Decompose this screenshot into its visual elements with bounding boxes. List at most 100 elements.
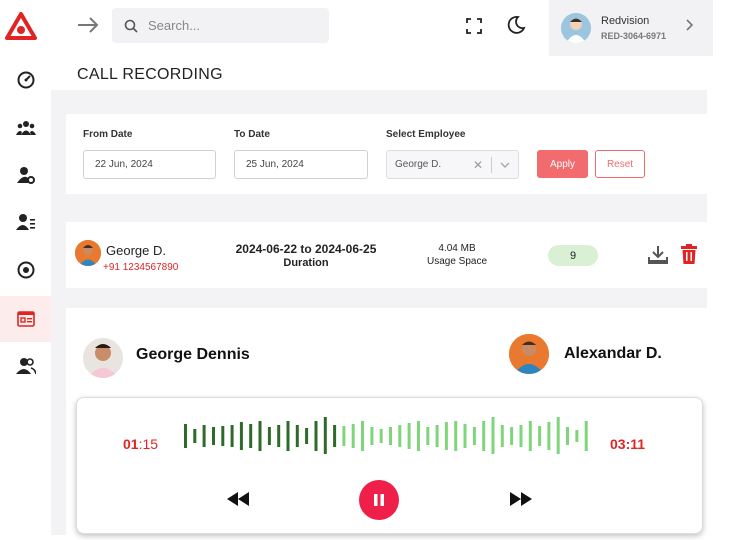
apply-button[interactable]: Apply: [537, 150, 588, 178]
waveform-bar: [426, 427, 430, 445]
fullscreen-icon[interactable]: [464, 16, 484, 36]
waveform-bar: [379, 429, 383, 443]
caller-name: George Dennis: [136, 346, 250, 363]
waveform-bar: [538, 426, 542, 446]
from-date-label: From Date: [83, 129, 133, 140]
trash-icon[interactable]: [678, 243, 700, 265]
waveform-bar: [491, 417, 495, 454]
waveform-bar: [333, 425, 337, 447]
waveform-bar: [323, 417, 327, 454]
employee-select-value: George D.: [395, 159, 442, 170]
waveform-bar: [212, 427, 215, 445]
chevron-down-icon[interactable]: [499, 160, 511, 170]
usage-size: 4.04 MB: [438, 243, 476, 254]
user-profile[interactable]: Redvision RED-3064-6971: [549, 0, 713, 56]
waveform-bar: [417, 421, 420, 451]
sidebar-item-call-recording[interactable]: [0, 296, 51, 342]
moon-icon[interactable]: [506, 15, 526, 35]
user-name: Redvision: [601, 15, 650, 27]
sidebar-item-team[interactable]: [0, 105, 51, 151]
search-bar[interactable]: [112, 8, 329, 43]
waveform-bar: [202, 425, 206, 447]
users-icon: [15, 358, 36, 375]
fast-forward-icon[interactable]: [510, 492, 532, 506]
waveform-bar: [528, 421, 532, 451]
waveform-bar: [230, 425, 234, 447]
users-group-icon: [15, 121, 36, 135]
waveform-bar: [463, 424, 467, 448]
waveform-bar: [239, 422, 243, 450]
waveform-bar: [314, 421, 318, 451]
download-icon[interactable]: [647, 244, 669, 266]
recording-card-icon: [16, 311, 35, 327]
waveform-bar: [472, 427, 476, 445]
arrow-right-icon[interactable]: [75, 12, 101, 38]
clear-icon[interactable]: ✕: [473, 158, 483, 172]
waveform-bar: [500, 425, 504, 447]
employee-phone: +91 1234567890: [103, 262, 179, 273]
elapsed-time: 01:15: [123, 436, 159, 452]
speedometer-icon: [17, 71, 34, 89]
duration-label: Duration: [283, 257, 329, 269]
record-circle-icon: [17, 261, 34, 279]
search-input[interactable]: [148, 18, 308, 33]
rewind-icon[interactable]: [227, 492, 249, 506]
waveform-bar: [482, 421, 486, 451]
waveform-bar: [184, 424, 187, 448]
recording-row[interactable]: George D. +91 1234567890 2024-06-22 to 2…: [66, 222, 707, 288]
waveform-bar: [221, 426, 225, 446]
user-id: RED-3064-6971: [601, 31, 667, 41]
waveform-bar: [295, 425, 299, 447]
sidebar-item-contacts[interactable]: [0, 343, 51, 389]
reset-button[interactable]: Reset: [595, 150, 645, 178]
waveform-bar: [342, 426, 346, 446]
waveform-bar: [258, 421, 262, 451]
waveform-bar: [361, 421, 364, 451]
usage-label: Usage Space: [426, 256, 488, 267]
waveform-bar: [286, 421, 290, 451]
waveform-bar: [444, 422, 448, 450]
waveform-bar: [519, 425, 523, 447]
pause-button[interactable]: [359, 480, 399, 520]
waveform-bar: [547, 422, 551, 450]
sidebar-item-user-list[interactable]: [0, 199, 51, 245]
sidebar-item-record[interactable]: [0, 247, 51, 293]
to-date-label: To Date: [234, 129, 270, 140]
to-date-input[interactable]: 25 Jun, 2024: [234, 150, 368, 179]
search-icon: [124, 19, 138, 33]
waveform-bar: [454, 421, 458, 451]
user-list-icon: [15, 214, 35, 230]
recording-count-badge: 9: [548, 245, 598, 266]
sidebar: [0, 0, 51, 540]
waveform-bar: [584, 421, 588, 451]
employee-name: George D.: [106, 243, 166, 258]
waveform-bar: [305, 428, 309, 444]
avatar: [75, 240, 101, 266]
waveform-bar: [407, 423, 411, 449]
from-date-input[interactable]: 22 Jun, 2024: [83, 150, 216, 179]
waveform-bar: [249, 424, 253, 448]
waveform-bar: [277, 425, 281, 447]
avatar: [83, 338, 123, 378]
waveform-bar: [398, 425, 402, 447]
sidebar-item-dashboard[interactable]: [0, 57, 51, 103]
waveform-bar: [566, 427, 569, 445]
total-time: 03:11: [610, 436, 646, 452]
employee-select[interactable]: George D. ✕: [386, 150, 519, 179]
page-title: CALL RECORDING: [77, 66, 223, 83]
waveform-bar: [370, 427, 374, 445]
select-separator: [491, 157, 492, 173]
waveform[interactable]: [183, 414, 593, 454]
sidebar-item-user-settings[interactable]: [0, 152, 51, 198]
employee-label: Select Employee: [386, 129, 466, 140]
chevron-right-icon: [686, 19, 694, 31]
brand-logo[interactable]: [5, 12, 37, 42]
filter-panel: From Date 22 Jun, 2024 To Date 25 Jun, 2…: [66, 114, 707, 194]
receiver-name: Alexandar D.: [564, 345, 662, 362]
waveform-bar: [389, 427, 392, 445]
date-range: 2024-06-22 to 2024-06-25: [235, 242, 377, 256]
waveform-bar: [435, 425, 439, 447]
waveform-bar: [267, 427, 271, 445]
user-gear-icon: [16, 167, 35, 184]
player-panel: George Dennis Alexandar D. 01:15 03:11: [66, 308, 707, 540]
